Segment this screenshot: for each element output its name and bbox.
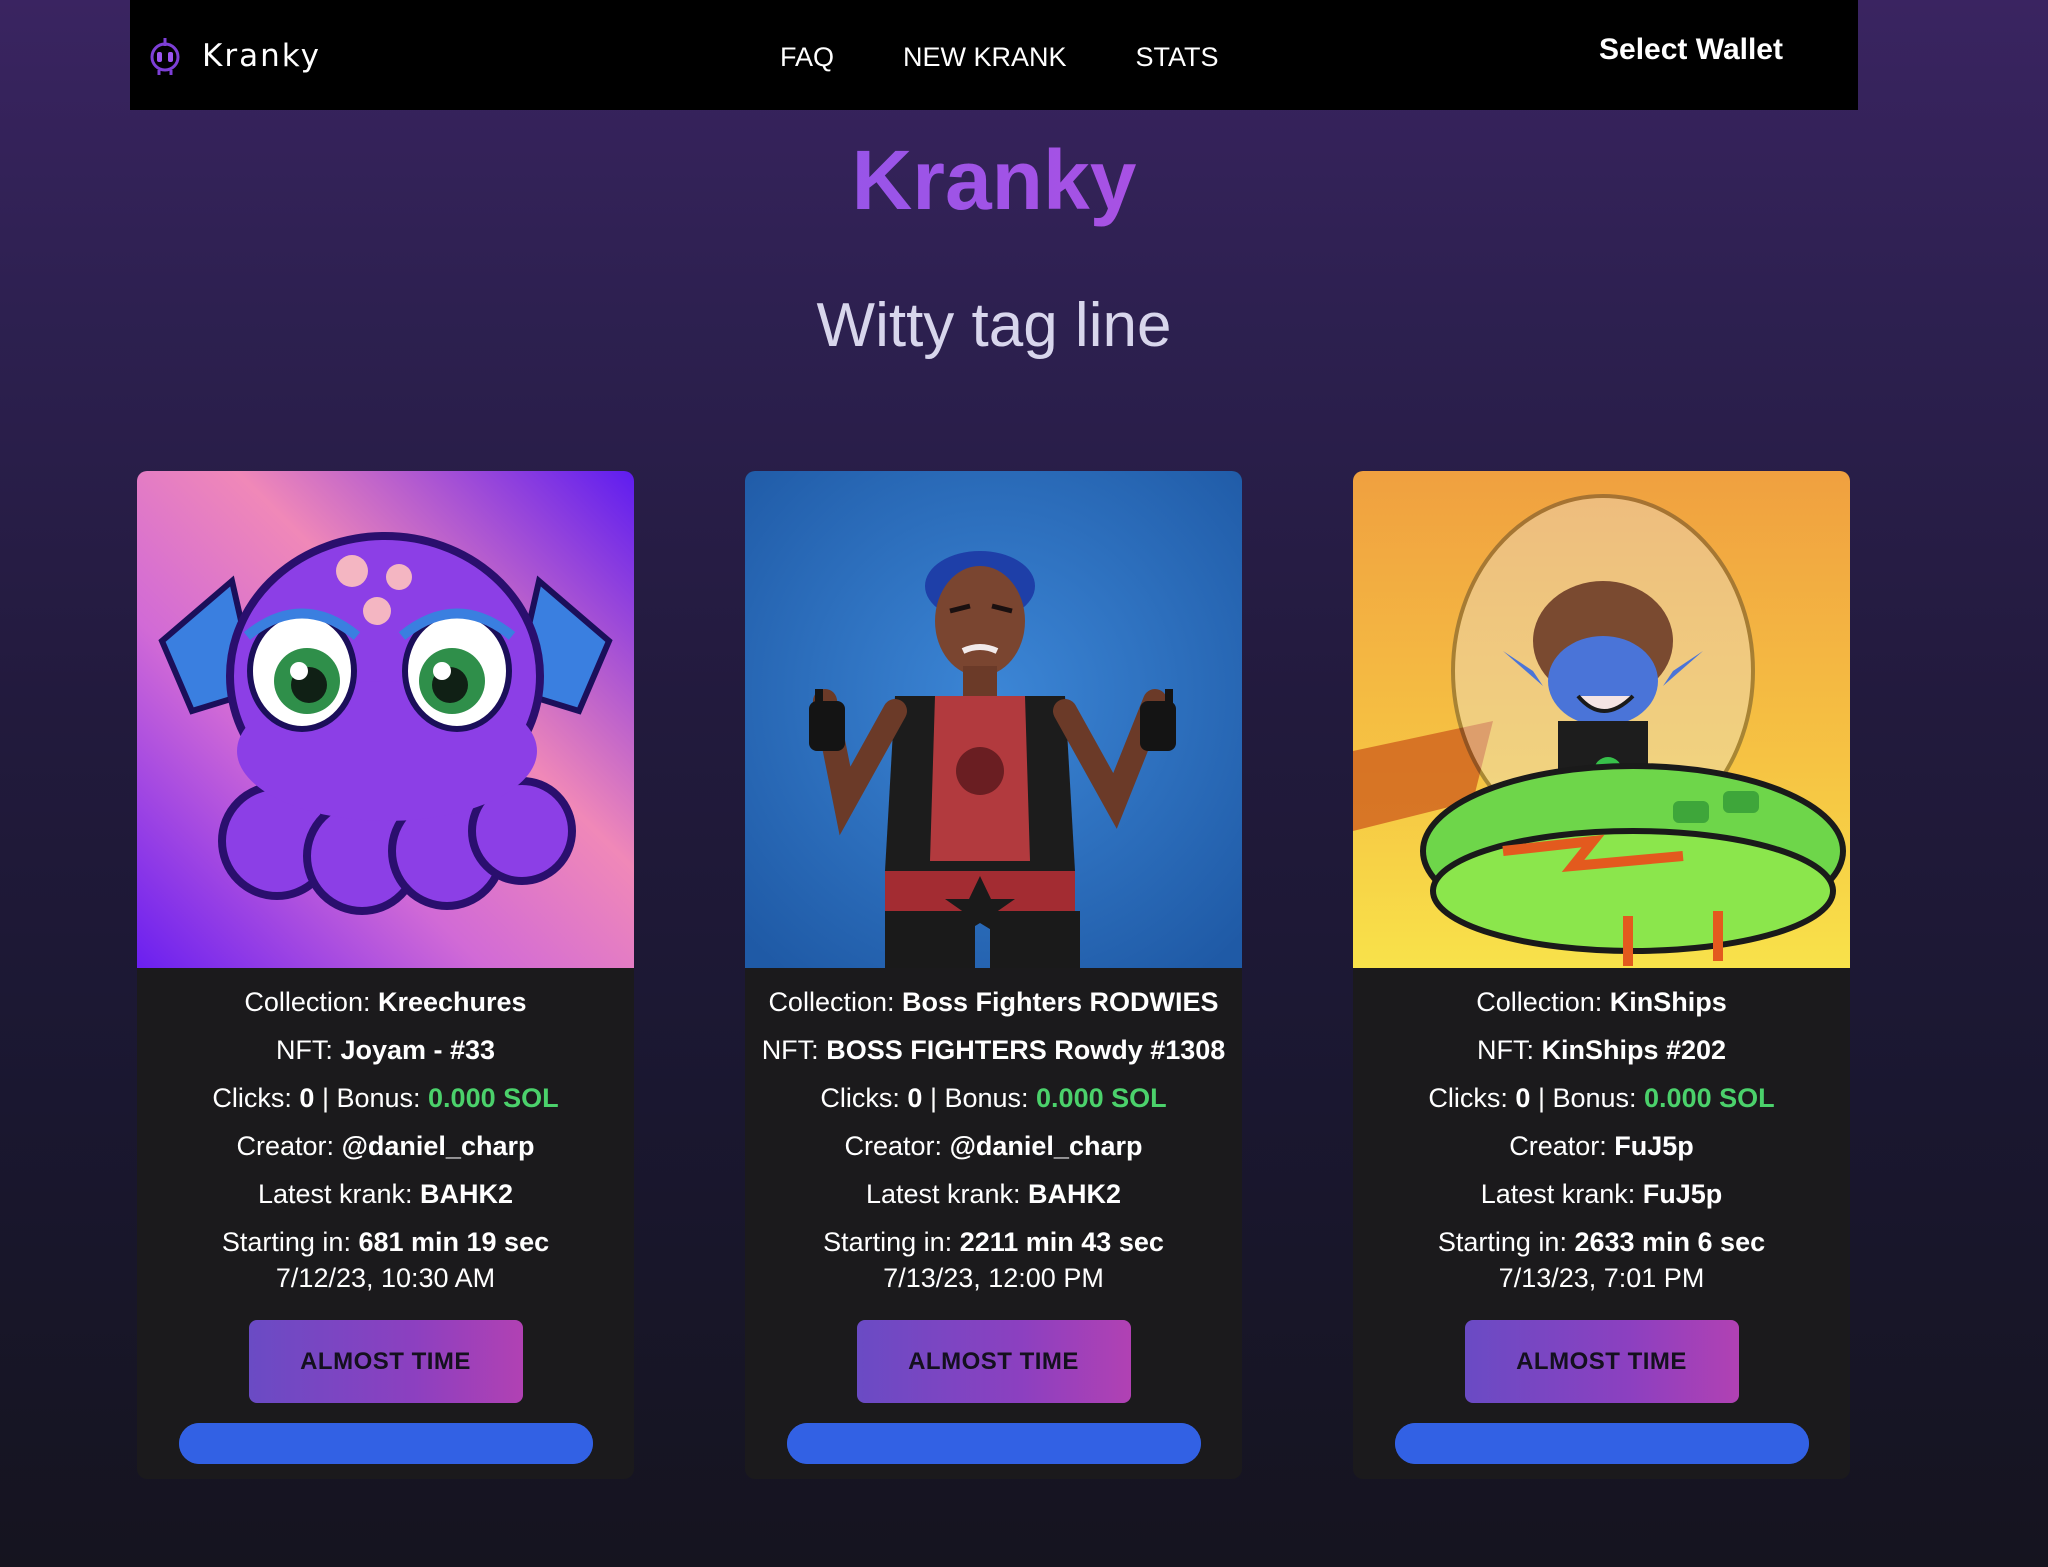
nft-name: Joyam - #33 [340, 1035, 496, 1065]
tagline: Witty tag line [816, 291, 1172, 360]
nft-line: NFT: Joyam - #33 [275, 1035, 496, 1065]
collection-line: Collection: Kreechures [244, 987, 527, 1017]
latest-krank-value: BAHK2 [1028, 1179, 1122, 1209]
latest-krank-value: BAHK2 [420, 1179, 514, 1209]
nav-link-faq[interactable]: FAQ [780, 38, 834, 76]
progress-fill [786, 1423, 1201, 1464]
kranky-logo-icon [150, 38, 180, 75]
start-date: 7/13/23, 7:01 PM [1498, 1263, 1705, 1293]
starting-in-line: Starting in: 2211 min 43 sec [823, 1227, 1164, 1257]
navbar: Kranky FAQ NEW KRANK STATS Select Wallet [130, 0, 1858, 110]
card-info: Collection: Kreechures NFT: Joyam - #33 … [137, 968, 634, 1296]
countdown-value: 2211 min 43 sec [959, 1227, 1164, 1257]
bonus-value: 0.000 SOL [428, 1083, 559, 1113]
latest-krank-value: FuJ5p [1642, 1179, 1723, 1209]
starting-in-line: Starting in: 681 min 19 sec [221, 1227, 550, 1257]
latest-krank-line: Latest krank: BAHK2 [257, 1179, 514, 1209]
nav-link-new-krank[interactable]: NEW KRANK [903, 38, 1067, 76]
clicks-count: 0 [907, 1083, 923, 1113]
countdown-value: 2633 min 6 sec [1574, 1227, 1766, 1257]
card-info: Collection: Boss Fighters RODWIES NFT: B… [745, 968, 1242, 1296]
progress-bar [178, 1423, 593, 1464]
clicks-line: Clicks: 0 | Bonus: 0.000 SOL [212, 1083, 559, 1113]
creator-name: @daniel_charp [949, 1131, 1143, 1161]
starting-in-line: Starting in: 2633 min 6 sec [1437, 1227, 1766, 1257]
creator-line: Creator: @daniel_charp [236, 1131, 535, 1161]
progress-bar [786, 1423, 1201, 1464]
clicks-line: Clicks: 0 | Bonus: 0.000 SOL [820, 1083, 1167, 1113]
creator-name: FuJ5p [1614, 1131, 1694, 1161]
progress-bar [1394, 1423, 1809, 1464]
creator-line: Creator: FuJ5p [1509, 1131, 1694, 1161]
nav-link-stats[interactable]: STATS [1136, 38, 1219, 76]
clicks-count: 0 [1515, 1083, 1531, 1113]
brand-link[interactable]: Kranky [148, 36, 321, 76]
progress-fill [178, 1423, 593, 1464]
start-date: 7/13/23, 12:00 PM [883, 1263, 1104, 1293]
collection-line: Collection: KinShips [1476, 987, 1727, 1017]
nft-line: NFT: BOSS FIGHTERS Rowdy #1308 [761, 1035, 1226, 1065]
almost-time-button[interactable]: ALMOST TIME [856, 1320, 1131, 1403]
almost-time-button[interactable]: ALMOST TIME [248, 1320, 523, 1403]
clicks-line: Clicks: 0 | Bonus: 0.000 SOL [1428, 1083, 1775, 1113]
clicks-count: 0 [299, 1083, 315, 1113]
collection-name: KinShips [1609, 987, 1727, 1017]
nft-name: KinShips #202 [1541, 1035, 1727, 1065]
select-wallet-button[interactable]: Select Wallet [1599, 33, 1783, 67]
nav-links: FAQ NEW KRANK STATS [780, 38, 1288, 76]
page-title: Kranky [0, 132, 1988, 229]
bonus-value: 0.000 SOL [1644, 1083, 1775, 1113]
latest-krank-line: Latest krank: FuJ5p [1480, 1179, 1723, 1209]
nft-card: Collection: KinShips NFT: KinShips #202 … [1353, 471, 1850, 1479]
nft-card: Collection: Boss Fighters RODWIES NFT: B… [745, 471, 1242, 1479]
nft-image-boss-fighter [745, 471, 1242, 968]
latest-krank-line: Latest krank: BAHK2 [865, 1179, 1122, 1209]
almost-time-button[interactable]: ALMOST TIME [1464, 1320, 1739, 1403]
collection-line: Collection: Boss Fighters RODWIES [768, 987, 1219, 1017]
creator-line: Creator: @daniel_charp [844, 1131, 1143, 1161]
collection-name: Boss Fighters RODWIES [902, 987, 1219, 1017]
card-info: Collection: KinShips NFT: KinShips #202 … [1353, 968, 1850, 1296]
creator-name: @daniel_charp [341, 1131, 535, 1161]
bonus-value: 0.000 SOL [1036, 1083, 1167, 1113]
nft-line: NFT: KinShips #202 [1476, 1035, 1727, 1065]
brand-name: Kranky [202, 38, 321, 74]
nft-image-kinship-alien-ship [1353, 471, 1850, 968]
nft-name: BOSS FIGHTERS Rowdy #1308 [826, 1035, 1226, 1065]
collection-name: Kreechures [377, 987, 527, 1017]
start-date: 7/12/23, 10:30 AM [275, 1263, 496, 1293]
nft-card: Collection: Kreechures NFT: Joyam - #33 … [137, 471, 634, 1479]
nft-image-purple-octopus [137, 471, 634, 968]
progress-fill [1394, 1423, 1809, 1464]
countdown-value: 681 min 19 sec [358, 1227, 550, 1257]
